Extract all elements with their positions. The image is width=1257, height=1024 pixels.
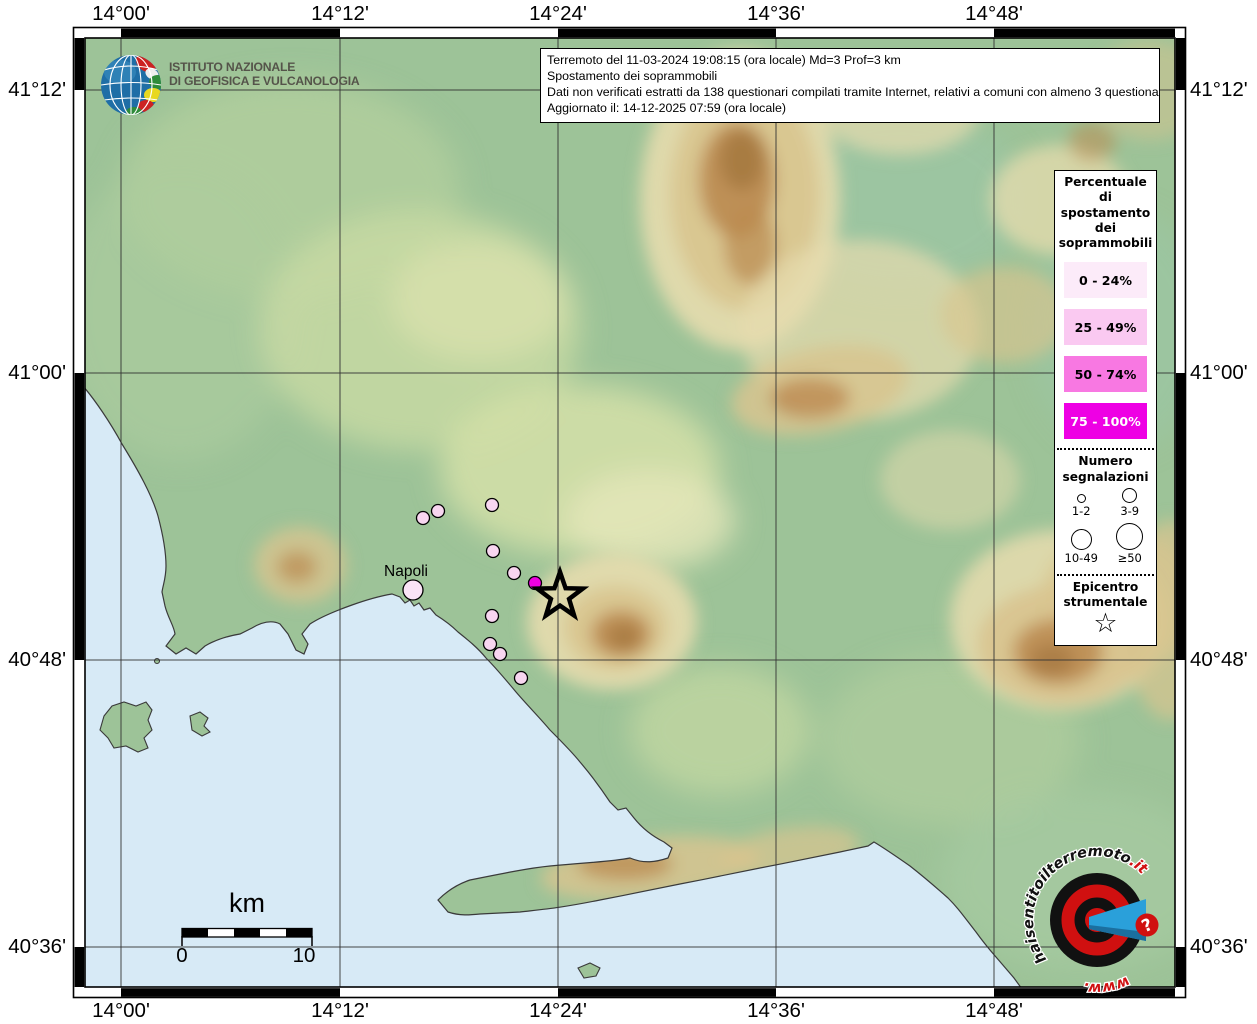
- report-marker: [513, 670, 529, 686]
- report-marker: [484, 497, 500, 513]
- legend-signals: 1-2 3-9 10-49 ≥50: [1057, 487, 1155, 565]
- axis-tick-label: 14°48': [965, 2, 1023, 25]
- signal-size-label: 1-2: [1071, 503, 1091, 518]
- legend: Percentuale di spostamento dei soprammob…: [1054, 170, 1157, 646]
- scale-bar-start: 0: [176, 944, 188, 967]
- axis-tick-label: 14°24': [529, 999, 587, 1022]
- report-marker: [415, 510, 431, 526]
- city-label-napoli: Napoli: [384, 563, 428, 580]
- macroseismic-map-screenshot: ? haisentitoilterremoto.it www. Terremot…: [0, 0, 1257, 1024]
- signal-size-label: ≥50: [1117, 550, 1142, 565]
- report-marker: [506, 565, 522, 581]
- report-marker: [482, 636, 498, 652]
- legend-class-swatch: 75 - 100%: [1064, 403, 1147, 440]
- signal-size-circle-icon: [1070, 528, 1092, 550]
- axis-tick-label: 40°36': [1190, 935, 1248, 958]
- report-marker: [492, 646, 508, 662]
- legend-signal-item: 3-9: [1106, 487, 1155, 518]
- event-updated: Aggiornato il: 14-12-2025 07:59 (ora loc…: [547, 101, 787, 116]
- legend-signal-item: 1-2: [1057, 488, 1106, 518]
- legend-divider-2: [1057, 573, 1154, 576]
- legend-class-swatch: 50 - 74%: [1064, 356, 1147, 393]
- signal-size-label: 10-49: [1064, 550, 1098, 565]
- scale-bar-end: 10: [292, 944, 316, 967]
- axis-tick-label: 14°36': [747, 999, 805, 1022]
- legend-class-swatch: 25 - 49%: [1064, 309, 1147, 346]
- city-marker-napoli: [402, 579, 424, 601]
- axis-tick-label: 14°00': [92, 999, 150, 1022]
- axis-tick-label: 41°00': [1190, 361, 1248, 384]
- legend-epicenter-star-icon: ☆: [1093, 608, 1118, 640]
- axis-tick-label: 40°36': [8, 935, 66, 958]
- report-marker: [485, 543, 501, 559]
- axis-tick-label: 14°36': [747, 2, 805, 25]
- event-effect: Spostamento dei soprammobili: [547, 69, 718, 84]
- axis-tick-label: 40°48': [1190, 648, 1248, 671]
- report-marker: [484, 608, 500, 624]
- legend-title: Percentuale di spostamento dei soprammob…: [1058, 175, 1153, 250]
- axis-tick-label: 40°48': [8, 648, 66, 671]
- legend-signals-title: Numero segnalazioni: [1062, 454, 1149, 484]
- axis-tick-label: 14°48': [965, 999, 1023, 1022]
- report-marker: [430, 503, 446, 519]
- signal-size-circle-icon: [1076, 493, 1086, 503]
- legend-signal-item: ≥50: [1106, 522, 1155, 565]
- ingv-logo-text: ISTITUTO NAZIONALE DI GEOFISICA E VULCAN…: [169, 60, 360, 88]
- legend-classes: 0 - 24% 25 - 49% 50 - 74% 75 - 100%: [1057, 262, 1154, 440]
- signal-size-circle-icon: [1116, 522, 1144, 550]
- legend-signal-item: 10-49: [1057, 523, 1106, 565]
- legend-class-swatch: 0 - 24%: [1064, 262, 1147, 299]
- scale-bar-unit: km: [229, 888, 265, 918]
- event-data-note: Dati non verificati estratti da 138 ques…: [547, 85, 1160, 100]
- axis-tick-label: 14°24': [529, 2, 587, 25]
- axis-tick-label: 14°00': [92, 2, 150, 25]
- signal-size-circle-icon: [1122, 487, 1138, 503]
- axis-tick-label: 14°12': [311, 2, 369, 25]
- map-terrain: [85, 38, 1175, 987]
- ingv-line1: ISTITUTO NAZIONALE: [169, 60, 296, 74]
- axis-tick-label: 41°00': [8, 361, 66, 384]
- legend-divider: [1057, 448, 1154, 451]
- ingv-line2: DI GEOFISICA E VULCANOLOGIA: [169, 73, 360, 88]
- axis-tick-label: 41°12': [1190, 78, 1248, 101]
- axis-tick-label: 41°12': [8, 78, 66, 101]
- axis-tick-label: 14°12': [311, 999, 369, 1022]
- event-info-box: Terremoto del 11-03-2024 19:08:15 (ora l…: [540, 48, 1160, 123]
- legend-epicenter-title: Epicentro strumentale: [1063, 579, 1148, 609]
- signal-size-label: 3-9: [1120, 503, 1140, 518]
- event-title: Terremoto del 11-03-2024 19:08:15 (ora l…: [547, 53, 901, 67]
